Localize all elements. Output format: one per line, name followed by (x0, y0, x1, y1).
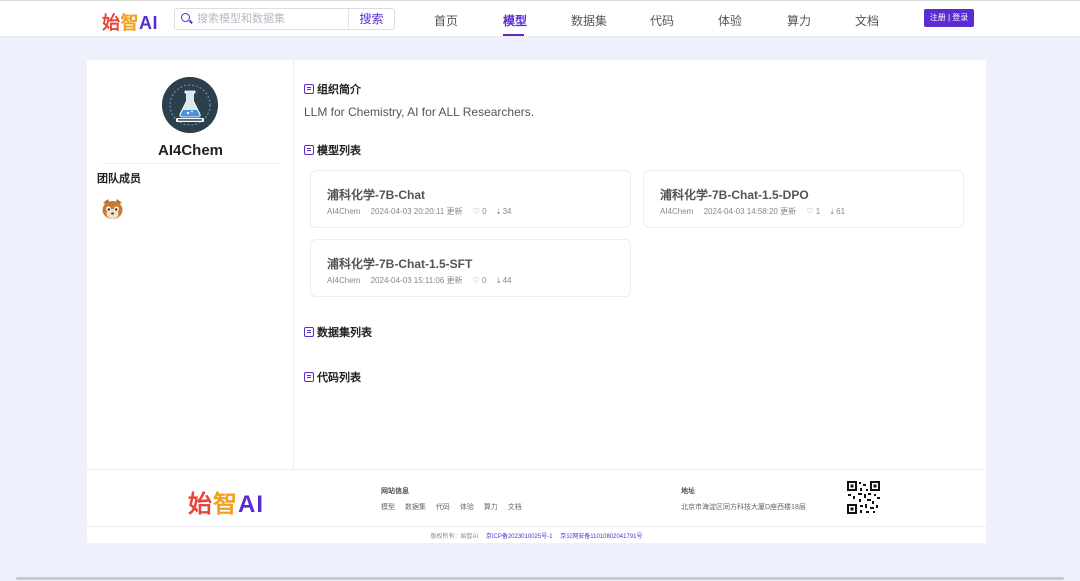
chat-icon (304, 84, 314, 94)
site-footer: 始智AI 网站信息 模型 数据集 代码 体验 算力 文档 地址 北京市海淀区同方… (87, 469, 986, 543)
footer-link-experience[interactable]: 体验 (460, 504, 474, 511)
flask-icon (162, 77, 218, 133)
datasets-section-title: 数据集列表 (304, 324, 372, 340)
nav-datasets[interactable]: 数据集 (571, 12, 607, 29)
footer-link-docs[interactable]: 文档 (508, 504, 522, 511)
code-title-text: 代码列表 (317, 372, 361, 384)
model-downloads: ⤓ 44 (496, 276, 512, 285)
footer-logo-char-3: AI (238, 491, 264, 518)
intro-title-text: 组织简介 (317, 84, 361, 96)
address-title: 地址 (681, 488, 695, 495)
site-info-title: 网站信息 (381, 488, 409, 495)
icp-link[interactable]: 京ICP备2023010025号-1 (486, 534, 553, 540)
org-intro-text: LLM for Chemistry, AI for ALL Researcher… (304, 105, 535, 119)
model-updated-time: 2024-04-03 14:58:20 更新 (703, 207, 797, 216)
qr-code-icon (846, 480, 881, 515)
nav-experience[interactable]: 体验 (718, 12, 742, 29)
list-icon (304, 145, 314, 155)
model-downloads: ⤓ 61 (830, 207, 846, 216)
org-name: AI4Chem (157, 142, 224, 159)
footer-link-models[interactable]: 模型 (381, 504, 395, 511)
model-org: AI4Chem (327, 207, 361, 216)
nav-home[interactable]: 首页 (434, 12, 458, 29)
logo-char-2: 智 (120, 13, 139, 33)
fox-avatar-icon (102, 199, 123, 219)
copyright-bar: 版权所有：始智AI 京ICP备2023010025号-1 京公网安备110108… (87, 531, 986, 540)
datasets-title-text: 数据集列表 (317, 327, 372, 339)
top-navbar: 始智AI 搜索 首页 模型 数据集 代码 体验 算力 文档 注册 | 登录 (0, 0, 1080, 37)
horizontal-scrollbar[interactable] (16, 577, 1064, 580)
logo-char-1: 始 (102, 13, 121, 33)
nav-code[interactable]: 代码 (650, 12, 674, 29)
search-button[interactable]: 搜索 (348, 9, 394, 29)
model-meta: AI4Chem 2024-04-03 15:11:06 更新 ♡ 0 ⤓ 44 (327, 275, 520, 286)
list-icon (304, 327, 314, 337)
nav-compute[interactable]: 算力 (787, 12, 811, 29)
search-input[interactable] (197, 11, 347, 27)
divider (103, 163, 279, 164)
footer-link-code[interactable]: 代码 (436, 504, 450, 511)
footer-logo[interactable]: 始智AI (188, 484, 264, 519)
model-card[interactable]: 浦科化学-7B-Chat-1.5-DPO AI4Chem 2024-04-03 … (643, 170, 964, 228)
model-likes: ♡ 0 (472, 276, 487, 285)
address-text: 北京市海淀区同方科技大厦D座西楼18层 (681, 504, 806, 511)
search-icon (181, 13, 190, 22)
model-title[interactable]: 浦科化学-7B-Chat-1.5-SFT (327, 255, 472, 272)
model-card[interactable]: 浦科化学-7B-Chat-1.5-SFT AI4Chem 2024-04-03 … (310, 239, 631, 297)
footer-logo-char-1: 始 (188, 491, 213, 518)
model-title[interactable]: 浦科化学-7B-Chat (327, 186, 425, 203)
login-register-button[interactable]: 注册 | 登录 (924, 9, 974, 27)
model-downloads: ⤓ 34 (496, 207, 512, 216)
model-org: AI4Chem (660, 207, 694, 216)
list-icon (304, 372, 314, 382)
nav-docs[interactable]: 文档 (855, 12, 879, 29)
intro-section-title: 组织简介 (304, 81, 361, 97)
nav-models[interactable]: 模型 (503, 12, 527, 29)
footer-link-datasets[interactable]: 数据集 (405, 504, 426, 511)
org-sidebar: AI4Chem 团队成员 (87, 60, 294, 469)
site-logo[interactable]: 始智AI (102, 9, 158, 35)
footer-links: 模型 数据集 代码 体验 算力 文档 (381, 502, 530, 512)
model-updated-time: 2024-04-03 15:11:06 更新 (370, 276, 463, 285)
footer-logo-char-2: 智 (213, 491, 238, 518)
model-title[interactable]: 浦科化学-7B-Chat-1.5-DPO (660, 186, 809, 203)
model-meta: AI4Chem 2024-04-03 20:20:11 更新 ♡ 0 ⤓ 34 (327, 206, 520, 217)
model-likes: ♡ 0 (472, 207, 487, 216)
search-box: 搜索 (174, 8, 395, 30)
models-section-title: 模型列表 (304, 142, 361, 158)
divider (87, 526, 986, 527)
members-title: 团队成员 (97, 173, 141, 185)
member-avatar[interactable] (99, 196, 126, 223)
police-record-link[interactable]: 京公网安备11010802041791号 (560, 534, 642, 540)
model-meta: AI4Chem 2024-04-03 14:58:20 更新 ♡ 1 ⤓ 61 (660, 206, 853, 217)
copyright-text: 版权所有：始智AI (430, 534, 479, 540)
model-org: AI4Chem (327, 276, 361, 285)
model-card[interactable]: 浦科化学-7B-Chat AI4Chem 2024-04-03 20:20:11… (310, 170, 631, 228)
logo-char-3: AI (139, 13, 158, 33)
org-card: AI4Chem 团队成员 组织简介 LLM for Chemistry, AI … (87, 60, 986, 469)
qr-code (846, 480, 881, 515)
nav-active-indicator (503, 34, 524, 36)
model-likes: ♡ 1 (806, 207, 821, 216)
code-section-title: 代码列表 (304, 369, 361, 385)
model-updated-time: 2024-04-03 20:20:11 更新 (370, 207, 463, 216)
models-title-text: 模型列表 (317, 145, 361, 157)
footer-link-compute[interactable]: 算力 (484, 504, 498, 511)
org-avatar (162, 77, 218, 133)
